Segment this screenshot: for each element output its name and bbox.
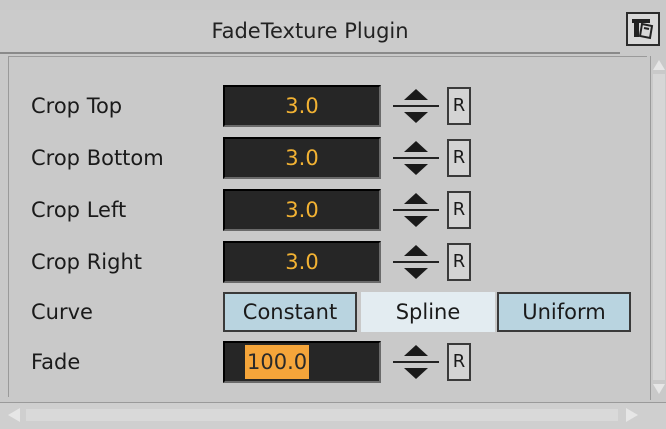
panel-title: FadeTexture Plugin — [211, 19, 409, 43]
crop-right-row: Crop Right 3.0 R — [9, 237, 647, 287]
scroll-up-icon[interactable] — [653, 60, 665, 70]
crop-left-decrement-button[interactable] — [389, 211, 443, 233]
scroll-right-icon[interactable] — [626, 408, 638, 422]
crop-bottom-row: Crop Bottom 3.0 R — [9, 133, 647, 183]
arrow-up-icon — [404, 345, 428, 356]
crop-top-increment-button[interactable] — [389, 83, 443, 105]
panel-header: FadeTexture Plugin — [0, 10, 620, 54]
crop-bottom-reset-button[interactable]: R — [447, 139, 471, 177]
crop-top-value: 3.0 — [285, 94, 319, 118]
crop-top-field[interactable]: 3.0 — [223, 85, 381, 127]
crop-right-value: 3.0 — [285, 250, 319, 274]
arrow-down-icon — [404, 268, 428, 279]
crop-left-increment-button[interactable] — [389, 187, 443, 209]
arrow-up-icon — [404, 193, 428, 204]
plugin-panel: FadeTexture Plugin Crop Top 3.0 R Crop B… — [0, 0, 666, 429]
crop-right-field[interactable]: 3.0 — [223, 241, 381, 283]
crop-bottom-increment-button[interactable] — [389, 135, 443, 157]
crop-left-value: 3.0 — [285, 198, 319, 222]
fade-row: Fade 100.0 R — [9, 337, 647, 387]
arrow-up-icon — [404, 141, 428, 152]
crop-left-field[interactable]: 3.0 — [223, 189, 381, 231]
curve-label: Curve — [31, 300, 93, 324]
fade-decrement-button[interactable] — [389, 363, 443, 385]
crop-top-decrement-button[interactable] — [389, 107, 443, 129]
fade-label: Fade — [31, 350, 81, 374]
fade-field[interactable]: 100.0 — [223, 341, 381, 383]
arrow-up-icon — [404, 89, 428, 100]
crop-bottom-label: Crop Bottom — [31, 146, 164, 170]
horizontal-scroll-track[interactable] — [26, 409, 618, 421]
arrow-down-icon — [404, 368, 428, 379]
fade-value: 100.0 — [245, 345, 310, 379]
crop-left-label: Crop Left — [31, 198, 127, 222]
crop-right-increment-button[interactable] — [389, 239, 443, 261]
arrow-down-icon — [404, 216, 428, 227]
crop-top-stepper[interactable] — [389, 83, 443, 129]
vertical-scroll-track[interactable] — [653, 74, 665, 380]
fade-reset-button[interactable]: R — [447, 343, 471, 381]
crop-right-stepper[interactable] — [389, 239, 443, 285]
scroll-down-icon[interactable] — [653, 384, 665, 394]
fade-increment-button[interactable] — [389, 339, 443, 361]
arrow-up-icon — [404, 245, 428, 256]
curve-row: Curve Constant Spline Uniform — [9, 287, 647, 337]
crop-left-row: Crop Left 3.0 R — [9, 185, 647, 235]
parameter-list: Crop Top 3.0 R Crop Bottom 3.0 R Crop Le… — [8, 56, 647, 397]
crop-bottom-stepper[interactable] — [389, 135, 443, 181]
plugin-menu-icon[interactable] — [626, 12, 660, 46]
curve-uniform-button[interactable]: Uniform — [497, 292, 631, 332]
crop-bottom-decrement-button[interactable] — [389, 159, 443, 181]
scroll-left-icon[interactable] — [8, 408, 20, 422]
crop-right-reset-button[interactable]: R — [447, 243, 471, 281]
crop-left-reset-button[interactable]: R — [447, 191, 471, 229]
arrow-down-icon — [404, 164, 428, 175]
crop-bottom-value: 3.0 — [285, 146, 319, 170]
curve-spline-button[interactable]: Spline — [361, 292, 495, 332]
curve-constant-button[interactable]: Constant — [223, 292, 357, 332]
arrow-down-icon — [404, 112, 428, 123]
crop-right-label: Crop Right — [31, 250, 142, 274]
horizontal-scrollbar[interactable] — [0, 402, 666, 429]
crop-bottom-field[interactable]: 3.0 — [223, 137, 381, 179]
crop-top-row: Crop Top 3.0 R — [9, 81, 647, 131]
crop-left-stepper[interactable] — [389, 187, 443, 233]
vertical-scrollbar[interactable] — [650, 56, 666, 400]
crop-top-reset-button[interactable]: R — [447, 87, 471, 125]
fade-stepper[interactable] — [389, 339, 443, 385]
crop-top-label: Crop Top — [31, 94, 123, 118]
crop-right-decrement-button[interactable] — [389, 263, 443, 285]
